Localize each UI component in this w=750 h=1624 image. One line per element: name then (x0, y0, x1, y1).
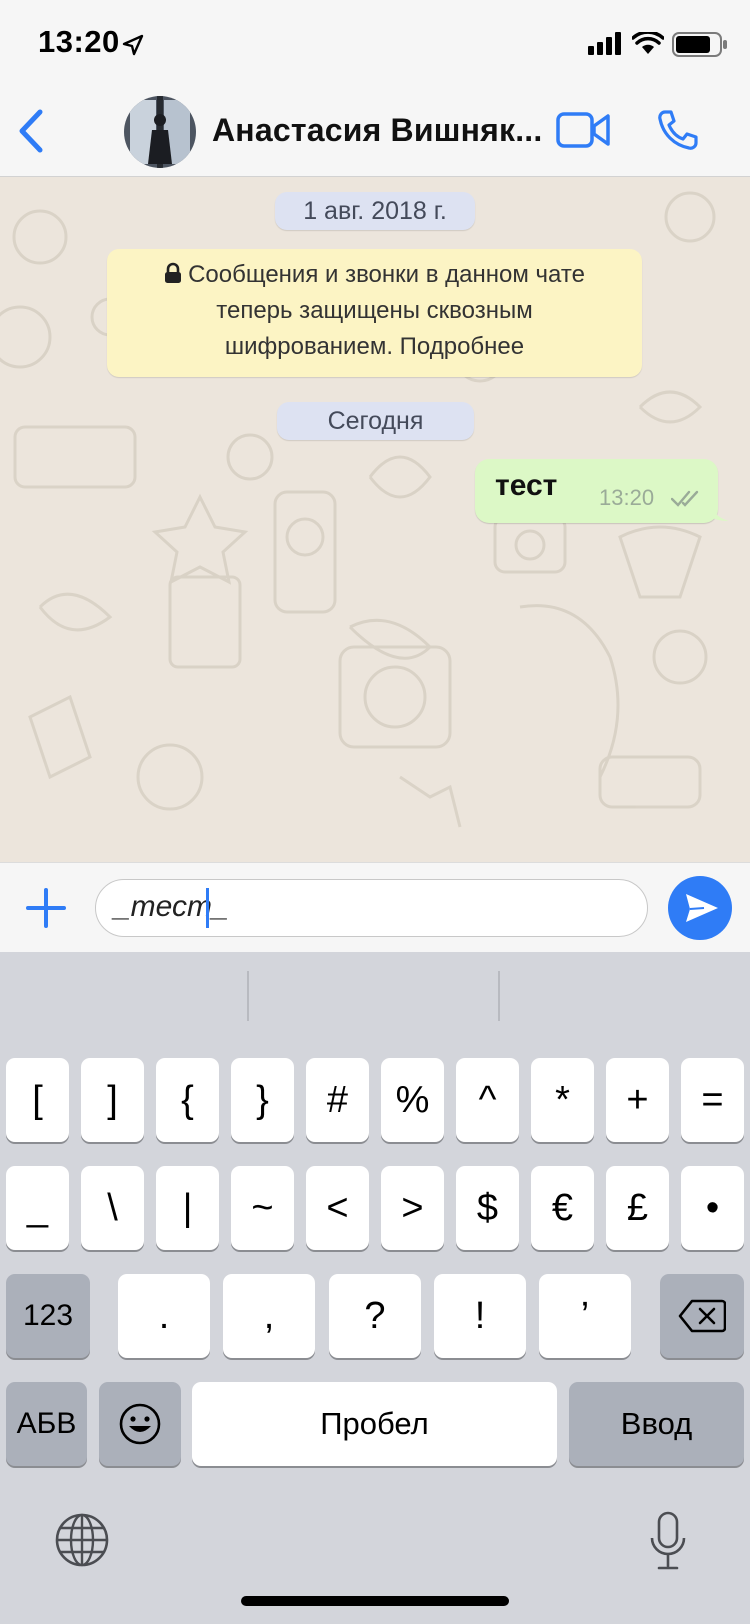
message-input-text: _тест_ (114, 890, 229, 923)
send-button[interactable] (668, 876, 732, 940)
encryption-notice-line-2: теперь защищены сквозным (216, 297, 533, 324)
microphone-icon[interactable] (648, 1510, 688, 1572)
message-text: тест (495, 469, 558, 502)
key-percent[interactable]: % (381, 1058, 444, 1142)
key-return[interactable]: Ввод (569, 1382, 744, 1466)
contact-name[interactable]: Анастасия Вишняк... (212, 112, 542, 149)
home-indicator[interactable] (241, 1596, 509, 1606)
key-comma[interactable]: , (223, 1274, 315, 1358)
key-letters-mode[interactable]: АБВ (6, 1382, 87, 1466)
key-period[interactable]: . (118, 1274, 210, 1358)
text-caret (206, 888, 209, 928)
encryption-notice-line-3: шифрованием. Подробнее (224, 333, 525, 360)
globe-icon[interactable] (54, 1512, 110, 1568)
key-euro[interactable]: € (531, 1166, 594, 1250)
key-plus[interactable]: + (606, 1058, 669, 1142)
key-emoji[interactable] (99, 1382, 181, 1466)
key-question[interactable]: ? (329, 1274, 421, 1358)
key-bullet[interactable]: • (681, 1166, 744, 1250)
chat-area[interactable]: 1 авг. 2018 г. Сообщения и звонки в данн… (0, 177, 750, 862)
key-left-brace[interactable]: { (156, 1058, 219, 1142)
lock-icon (165, 262, 182, 283)
signal-icon (588, 32, 621, 55)
key-space[interactable]: Пробел (192, 1382, 557, 1466)
avatar[interactable] (124, 96, 196, 168)
encryption-notice-text-1: Сообщения и звонки в данном чате (188, 261, 585, 288)
status-time: 13:20 (38, 24, 120, 59)
location-arrow-icon (122, 34, 144, 56)
phone-call-icon[interactable] (656, 108, 700, 152)
bubble-tail (707, 499, 729, 521)
today-separator: Сегодня (277, 402, 474, 440)
key-equals[interactable]: = (681, 1058, 744, 1142)
emoji-icon (119, 1403, 161, 1445)
key-apostrophe[interactable]: ’ (539, 1274, 631, 1358)
read-receipt-icon (671, 490, 699, 507)
key-numbers-mode[interactable]: 123 (6, 1274, 90, 1358)
key-pound[interactable]: £ (606, 1166, 669, 1250)
date-separator: 1 авг. 2018 г. (275, 192, 475, 230)
key-right-bracket[interactable]: ] (81, 1058, 144, 1142)
battery-icon (672, 32, 727, 57)
backspace-icon (678, 1299, 726, 1333)
attach-plus-icon[interactable] (26, 888, 66, 928)
key-underscore[interactable]: _ (6, 1166, 69, 1250)
wifi-icon (632, 32, 664, 54)
outgoing-message-bubble[interactable]: тест 13:20 (475, 459, 729, 523)
video-call-icon[interactable] (556, 110, 610, 150)
suggestion-divider (247, 971, 249, 1021)
keyboard: [ ] { } # % ^ * + = _ \ | ~ < > $ € £ • … (0, 952, 750, 1624)
message-time: 13:20 (599, 485, 655, 510)
suggestion-divider (498, 971, 500, 1021)
key-right-brace[interactable]: } (231, 1058, 294, 1142)
encryption-notice-line-1: Сообщения и звонки в данном чате (107, 257, 642, 293)
encryption-notice[interactable]: Сообщения и звонки в данном чате теперь … (107, 249, 642, 377)
send-icon (686, 894, 718, 922)
key-backspace[interactable] (660, 1274, 744, 1358)
key-exclamation[interactable]: ! (434, 1274, 526, 1358)
key-less-than[interactable]: < (306, 1166, 369, 1250)
key-pipe[interactable]: | (156, 1166, 219, 1250)
key-hash[interactable]: # (306, 1058, 369, 1142)
key-backslash[interactable]: \ (81, 1166, 144, 1250)
key-tilde[interactable]: ~ (231, 1166, 294, 1250)
key-greater-than[interactable]: > (381, 1166, 444, 1250)
key-left-bracket[interactable]: [ (6, 1058, 69, 1142)
key-dollar[interactable]: $ (456, 1166, 519, 1250)
back-chevron-icon[interactable] (14, 108, 46, 154)
avatar-photo (124, 96, 196, 168)
key-caret[interactable]: ^ (456, 1058, 519, 1142)
message-input[interactable]: _тест_ (95, 879, 648, 937)
key-asterisk[interactable]: * (531, 1058, 594, 1142)
